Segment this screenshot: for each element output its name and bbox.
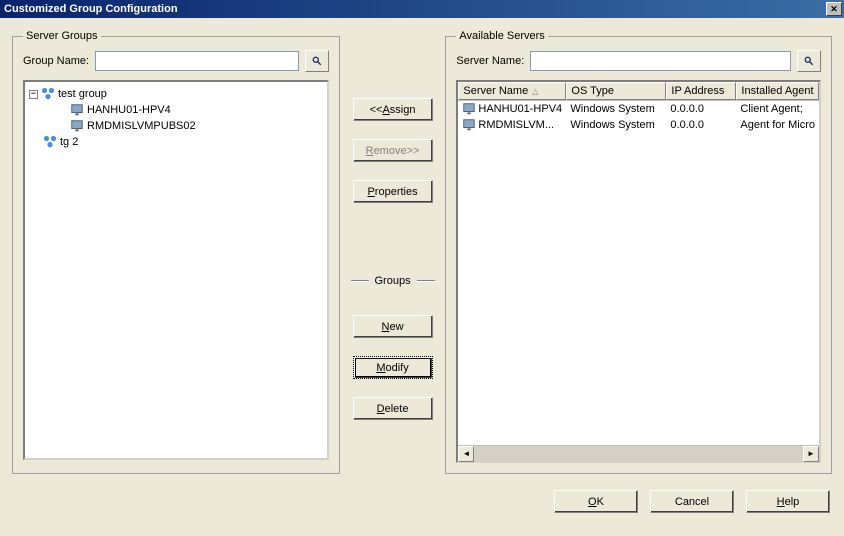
- dialog-footer: OK Cancel Help: [0, 478, 844, 525]
- group-name-input[interactable]: [95, 51, 299, 71]
- server-search-button[interactable]: [797, 50, 821, 72]
- cell-agent: Agent for Micro: [736, 119, 819, 131]
- group-search-button[interactable]: [305, 50, 329, 72]
- server-name-input[interactable]: [530, 51, 791, 71]
- tree-node-label: test group: [58, 88, 107, 100]
- cell-os: Windows System: [566, 119, 666, 131]
- action-buttons-panel: <<Assign Remove>> Properties Groups New …: [340, 30, 446, 472]
- cell-server: HANHU01-HPV4: [478, 103, 562, 115]
- tree-child-node[interactable]: HANHU01-HPV4: [29, 102, 323, 118]
- server-groups-legend: Server Groups: [23, 30, 101, 42]
- server-groups-panel: Server Groups Group Name: − test group H…: [12, 30, 340, 474]
- groups-label: Groups: [375, 275, 411, 287]
- grid-header[interactable]: Server Name△ OS Type IP Address Installe…: [458, 82, 819, 101]
- grid-row[interactable]: HANHU01-HPV4 Windows System 0.0.0.0 Clie…: [458, 101, 819, 117]
- collapse-icon[interactable]: −: [29, 90, 38, 99]
- groups-separator: Groups: [351, 275, 435, 287]
- help-button[interactable]: Help: [746, 490, 830, 513]
- window-title: Customized Group Configuration: [4, 3, 178, 15]
- server-name-label: Server Name:: [456, 55, 524, 67]
- server-icon: [462, 102, 476, 116]
- cell-server: RMDMISLVM...: [478, 119, 554, 131]
- servers-group-icon: [41, 87, 55, 101]
- cell-agent: Client Agent;: [736, 103, 819, 115]
- server-icon: [70, 103, 84, 117]
- ok-button[interactable]: OK: [554, 490, 638, 513]
- scroll-right-button[interactable]: ►: [803, 446, 819, 462]
- col-ip-address[interactable]: IP Address: [666, 82, 736, 100]
- tree-node-label: HANHU01-HPV4: [87, 104, 171, 116]
- col-installed-agent[interactable]: Installed Agent: [736, 82, 819, 100]
- cell-ip: 0.0.0.0: [666, 103, 736, 115]
- cell-os: Windows System: [566, 103, 666, 115]
- groups-tree[interactable]: − test group HANHU01-HPV4 RMDMISLVMPUBS0…: [23, 80, 329, 460]
- available-servers-panel: Available Servers Server Name: Server Na…: [445, 30, 832, 474]
- col-os-type[interactable]: OS Type: [566, 82, 666, 100]
- tree-root-node[interactable]: − test group: [29, 86, 323, 102]
- tree-node-label: RMDMISLVMPUBS02: [87, 120, 196, 132]
- new-button[interactable]: New: [353, 315, 433, 338]
- group-name-label: Group Name:: [23, 55, 89, 67]
- title-bar: Customized Group Configuration ✕: [0, 0, 844, 18]
- cell-ip: 0.0.0.0: [666, 119, 736, 131]
- sort-asc-icon: △: [532, 87, 538, 96]
- close-button[interactable]: ✕: [826, 2, 842, 16]
- search-icon: [312, 54, 322, 68]
- search-icon: [804, 54, 814, 68]
- scroll-left-button[interactable]: ◄: [458, 446, 474, 462]
- assign-button[interactable]: <<Assign: [353, 98, 433, 121]
- horizontal-scrollbar[interactable]: ◄ ►: [458, 445, 819, 461]
- grid-row[interactable]: RMDMISLVM... Windows System 0.0.0.0 Agen…: [458, 117, 819, 133]
- modify-button[interactable]: Modify: [353, 356, 433, 379]
- server-icon: [462, 118, 476, 132]
- available-servers-legend: Available Servers: [456, 30, 547, 42]
- remove-button[interactable]: Remove>>: [353, 139, 433, 162]
- tree-root-node[interactable]: tg 2: [29, 134, 323, 150]
- cancel-button[interactable]: Cancel: [650, 490, 734, 513]
- tree-node-label: tg 2: [60, 136, 78, 148]
- delete-button[interactable]: Delete: [353, 397, 433, 420]
- col-server-name[interactable]: Server Name△: [458, 82, 566, 100]
- servers-group-icon: [43, 135, 57, 149]
- servers-grid[interactable]: Server Name△ OS Type IP Address Installe…: [456, 80, 821, 463]
- tree-child-node[interactable]: RMDMISLVMPUBS02: [29, 118, 323, 134]
- properties-button[interactable]: Properties: [353, 180, 433, 203]
- server-icon: [70, 119, 84, 133]
